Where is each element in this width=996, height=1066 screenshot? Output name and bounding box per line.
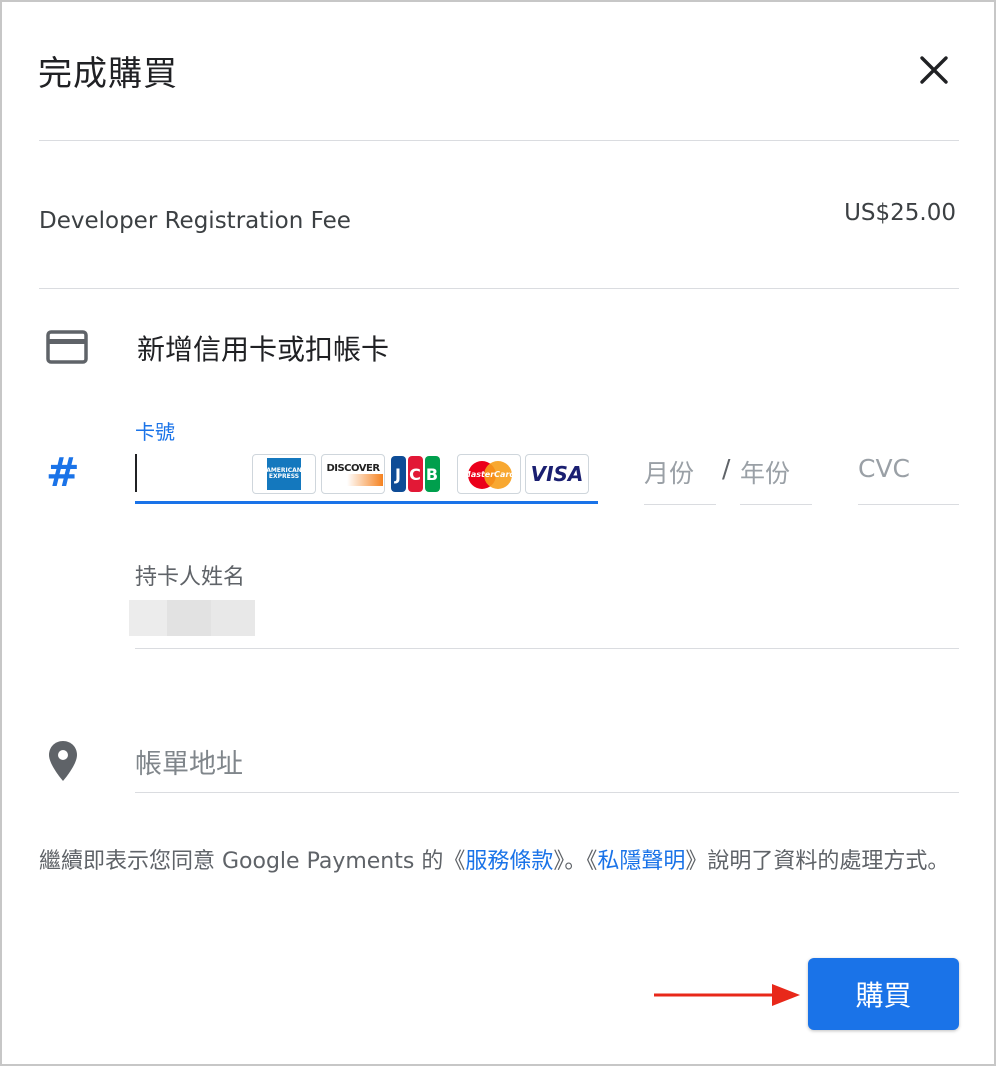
terms-suffix: 》說明了資料的處理方式。 [685,849,950,874]
hash-icon: # [46,450,80,496]
amex-logo-icon: AMERICAN EXPRESS [252,454,316,494]
redacted-name-block [211,600,255,636]
add-card-label: 新增信用卡或扣帳卡 [137,333,390,366]
location-pin-icon [49,741,77,781]
redacted-name-block [167,600,211,636]
order-divider [39,288,959,289]
mastercard-logo-icon: MasterCard [457,454,521,494]
visa-logo-icon: VISA [525,454,589,494]
header-divider [39,140,959,141]
text-caret [135,454,137,492]
expiry-separator: / [722,454,731,483]
buy-button[interactable]: 購買 [808,958,959,1030]
expiry-month-placeholder: 月份 [644,459,695,488]
order-item-name: Developer Registration Fee [39,208,351,234]
redacted-name-block [129,600,167,636]
annotation-arrow-icon [654,984,800,1006]
privacy-notice-link[interactable]: 私隱聲明 [597,849,685,874]
credit-card-icon [46,330,88,364]
dialog-title: 完成購買 [38,54,178,94]
cardholder-name-label: 持卡人姓名 [135,565,246,590]
terms-of-service-link[interactable]: 服務條款 [465,849,553,874]
billing-address-placeholder: 帳單地址 [135,749,243,780]
terms-notice: 繼續即表示您同意 Google Payments 的《服務條款》。《私隱聲明》說… [39,846,959,878]
cvc-input[interactable]: CVC [858,448,959,505]
jcb-logo-icon: J C B [389,454,441,494]
close-icon [920,56,948,84]
terms-prefix: 繼續即表示您同意 Google Payments 的《 [39,849,466,874]
terms-middle: 》。《 [553,849,598,874]
discover-logo-icon: DISCOVER [321,454,385,494]
order-item-price: US$25.00 [844,200,956,226]
expiry-month-input[interactable]: 月份 [644,448,716,505]
card-number-input[interactable]: AMERICAN EXPRESS DISCOVER J C B MasterCar… [135,448,598,504]
close-button[interactable] [914,50,954,90]
expiry-year-input[interactable]: 年份 [740,448,812,505]
cvc-placeholder: CVC [858,454,911,483]
card-number-label: 卡號 [135,420,175,444]
purchase-dialog: 完成購買 Developer Registration Fee US$25.00… [0,0,996,1066]
cardholder-name-input[interactable] [129,594,959,649]
billing-address-input[interactable]: 帳單地址 [135,732,959,793]
expiry-year-placeholder: 年份 [740,459,791,488]
